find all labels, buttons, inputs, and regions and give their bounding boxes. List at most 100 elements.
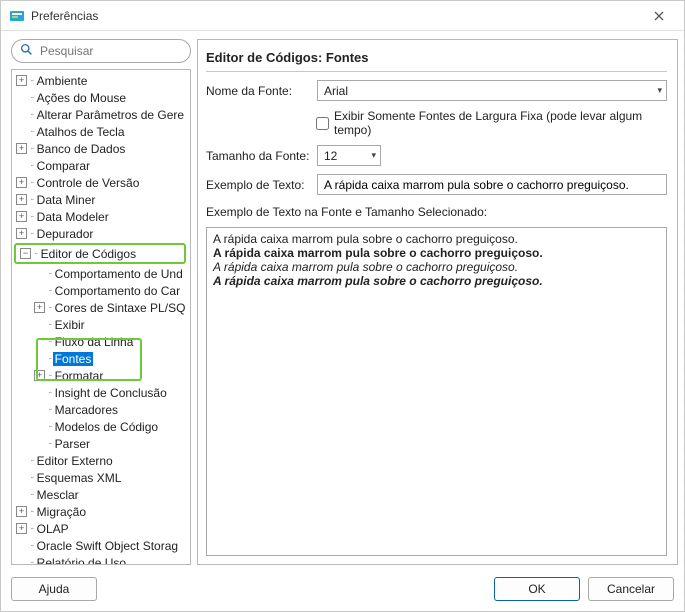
leaf-icon[interactable] [34, 353, 45, 364]
tree-item-editor-externo[interactable]: ··Editor Externo [12, 452, 190, 469]
tree-item-migra-o[interactable]: +··Migração [12, 503, 190, 520]
tree-item-comportamento-de-und[interactable]: ··Comportamento de Und [12, 265, 190, 282]
tree-item-label: OLAP [35, 522, 71, 536]
tree-item-fluxo-da-linha[interactable]: ··Fluxo da Linha [12, 333, 190, 350]
tree-item-insight-de-conclus-o[interactable]: ··Insight de Conclusão [12, 384, 190, 401]
leaf-icon[interactable] [34, 438, 45, 449]
chevron-down-icon: ▾ [657, 85, 662, 96]
tree-item-parser[interactable]: ··Parser [12, 435, 190, 452]
tree-item-label: Parser [53, 437, 92, 451]
leaf-icon[interactable] [34, 336, 45, 347]
tree-item-exibir[interactable]: ··Exibir [12, 316, 190, 333]
tree-item-editor-de-c-digos[interactable]: −··Editor de Códigos [16, 245, 182, 262]
tree-connector-icon: ·· [30, 126, 33, 137]
expand-icon[interactable]: + [34, 302, 45, 313]
tree-item-data-miner[interactable]: +··Data Miner [12, 191, 190, 208]
tree-item-label: Formatar [53, 369, 106, 383]
expand-icon[interactable]: + [16, 506, 27, 517]
expand-icon[interactable]: + [16, 177, 27, 188]
leaf-icon[interactable] [16, 489, 27, 500]
tree-connector-icon: ·· [30, 523, 33, 534]
expand-icon[interactable]: + [16, 228, 27, 239]
tree-item-formatar[interactable]: +··Formatar [12, 367, 190, 384]
leaf-icon[interactable] [34, 404, 45, 415]
tree-item-label: Oracle Swift Object Storag [35, 539, 180, 553]
tree-item-ambiente[interactable]: +··Ambiente [12, 72, 190, 89]
app-icon [9, 8, 25, 24]
tree-connector-icon: ·· [48, 438, 51, 449]
sample-text-input[interactable] [317, 174, 667, 195]
tree-item-label: Insight de Conclusão [53, 386, 169, 400]
tree-connector-icon: ·· [30, 194, 33, 205]
help-button[interactable]: Ajuda [11, 577, 97, 601]
leaf-icon[interactable] [34, 285, 45, 296]
font-name-value: Arial [324, 84, 348, 98]
tree-item-label: Marcadores [53, 403, 120, 417]
tree-item-controle-de-vers-o[interactable]: +··Controle de Versão [12, 174, 190, 191]
leaf-icon[interactable] [16, 455, 27, 466]
close-button[interactable] [642, 5, 676, 27]
tree-item-modelos-de-c-digo[interactable]: ··Modelos de Código [12, 418, 190, 435]
sample-text-label: Exemplo de Texto: [206, 178, 311, 192]
preview-line-regular: A rápida caixa marrom pula sobre o cacho… [213, 232, 660, 246]
preferences-dialog: Preferências +··Ambiente··Ações do Mouse… [0, 0, 685, 612]
leaf-icon[interactable] [16, 472, 27, 483]
nav-tree[interactable]: +··Ambiente··Ações do Mouse··Alterar Par… [11, 69, 191, 565]
tree-connector-icon: ·· [30, 557, 33, 565]
tree-item-comportamento-do-car[interactable]: ··Comportamento do Car [12, 282, 190, 299]
tree-connector-icon: ·· [48, 421, 51, 432]
fixed-width-checkbox[interactable] [316, 117, 329, 130]
tree-connector-icon: ·· [30, 228, 33, 239]
leaf-icon[interactable] [16, 126, 27, 137]
ok-button[interactable]: OK [494, 577, 580, 601]
highlight-editor-de-codigos: −··Editor de Códigos [14, 243, 186, 264]
expand-icon[interactable]: + [16, 523, 27, 534]
tree-item-fontes[interactable]: ··Fontes [12, 350, 190, 367]
leaf-icon[interactable] [16, 540, 27, 551]
search-field[interactable] [11, 39, 191, 63]
tree-item-banco-de-dados[interactable]: +··Banco de Dados [12, 140, 190, 157]
tree-item-label: Controle de Versão [35, 176, 142, 190]
expand-icon[interactable]: + [16, 143, 27, 154]
tree-item-label: Alterar Parâmetros de Gere [35, 108, 186, 122]
leaf-icon[interactable] [16, 92, 27, 103]
chevron-down-icon: ▾ [371, 150, 376, 161]
preview-line-italic: A rápida caixa marrom pula sobre o cacho… [213, 260, 660, 274]
preview-line-bold-italic: A rápida caixa marrom pula sobre o cacho… [213, 274, 660, 288]
tree-item-atalhos-de-tecla[interactable]: ··Atalhos de Tecla [12, 123, 190, 140]
leaf-icon[interactable] [16, 160, 27, 171]
leaf-icon[interactable] [34, 268, 45, 279]
font-name-select[interactable]: Arial ▾ [317, 80, 667, 101]
leaf-icon[interactable] [34, 319, 45, 330]
tree-connector-icon: ·· [48, 370, 51, 381]
leaf-icon[interactable] [16, 109, 27, 120]
font-size-label: Tamanho da Fonte: [206, 149, 311, 163]
tree-item-oracle-swift-object-storag[interactable]: ··Oracle Swift Object Storag [12, 537, 190, 554]
tree-item-relat-rio-de-uso[interactable]: ··Relatório de Uso [12, 554, 190, 565]
tree-connector-icon: ·· [48, 404, 51, 415]
tree-connector-icon: ·· [48, 285, 51, 296]
expand-icon[interactable]: + [16, 211, 27, 222]
tree-item-cores-de-sintaxe-pl-sq[interactable]: +··Cores de Sintaxe PL/SQ [12, 299, 190, 316]
dialog-body: +··Ambiente··Ações do Mouse··Alterar Par… [1, 31, 684, 569]
tree-item-depurador[interactable]: +··Depurador [12, 225, 190, 242]
search-input[interactable] [38, 43, 197, 59]
collapse-icon[interactable]: − [20, 248, 31, 259]
tree-item-data-modeler[interactable]: +··Data Modeler [12, 208, 190, 225]
expand-icon[interactable]: + [34, 370, 45, 381]
expand-icon[interactable]: + [16, 194, 27, 205]
tree-item-a-es-do-mouse[interactable]: ··Ações do Mouse [12, 89, 190, 106]
expand-icon[interactable]: + [16, 75, 27, 86]
font-size-select[interactable]: 12 ▾ [317, 145, 381, 166]
tree-item-olap[interactable]: +··OLAP [12, 520, 190, 537]
tree-connector-icon: ·· [30, 75, 33, 86]
cancel-button[interactable]: Cancelar [588, 577, 674, 601]
tree-item-comparar[interactable]: ··Comparar [12, 157, 190, 174]
tree-item-mesclar[interactable]: ··Mesclar [12, 486, 190, 503]
tree-item-marcadores[interactable]: ··Marcadores [12, 401, 190, 418]
tree-item-esquemas-xml[interactable]: ··Esquemas XML [12, 469, 190, 486]
leaf-icon[interactable] [16, 557, 27, 565]
tree-item-alterar-par-metros-de-gere[interactable]: ··Alterar Parâmetros de Gere [12, 106, 190, 123]
leaf-icon[interactable] [34, 421, 45, 432]
leaf-icon[interactable] [34, 387, 45, 398]
